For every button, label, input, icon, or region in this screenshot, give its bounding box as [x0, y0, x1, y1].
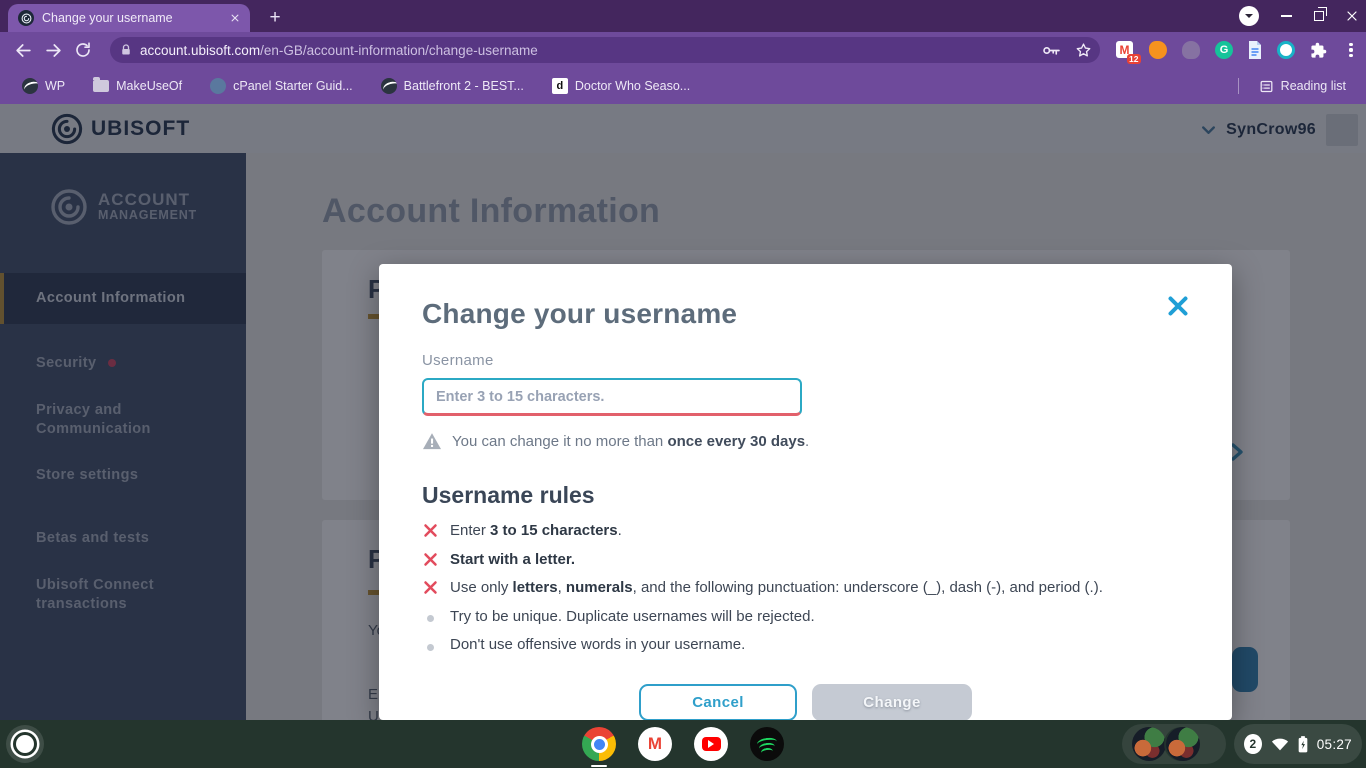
cancel-button[interactable]: Cancel — [639, 684, 797, 720]
warning-triangle-icon — [422, 432, 442, 450]
password-key-icon[interactable] — [1042, 44, 1061, 57]
username-input[interactable] — [422, 378, 802, 416]
wifi-icon — [1271, 737, 1289, 751]
cooldown-warning: You can change it no more than once ever… — [422, 432, 809, 450]
chromeos-shelf: M 2 05:27 — [0, 720, 1366, 768]
bookmark-doctor-who[interactable]: d Doctor Who Seaso... — [542, 73, 700, 99]
url-text: account.ubisoft.com/en-GB/account-inform… — [140, 43, 538, 58]
gmail-app-icon[interactable]: M — [638, 727, 672, 761]
forward-icon[interactable] — [38, 35, 68, 65]
change-button[interactable]: Change — [812, 684, 972, 720]
spotify-app-icon[interactable] — [750, 727, 784, 761]
bookmark-folder-makeuseof[interactable]: MakeUseOf — [83, 73, 192, 99]
extensions-area: M 12 G — [1116, 32, 1360, 68]
browser-tab[interactable]: Change your username — [8, 4, 250, 32]
tab-close-icon[interactable] — [230, 13, 240, 23]
clock: 05:27 — [1316, 736, 1352, 752]
notification-count-badge: 2 — [1244, 734, 1262, 754]
browser-menu-kebab-icon[interactable] — [1342, 42, 1360, 58]
ubisoft-account-page: UBISOFT SynCrow96 ACCOUNTMANAGEMENT Acco… — [0, 104, 1366, 720]
window-controls — [1239, 0, 1358, 32]
browser-profile-icon[interactable] — [1239, 6, 1259, 26]
bookmarks-bar: WP MakeUseOf cPanel Starter Guid... Batt… — [0, 68, 1366, 104]
avatar — [1132, 727, 1166, 761]
status-tray[interactable]: 2 05:27 — [1234, 724, 1362, 764]
divider — [1237, 78, 1239, 94]
cpanel-icon — [210, 78, 227, 94]
shelf-avatars[interactable] — [1122, 724, 1226, 764]
change-username-modal: Change your username Username You can ch… — [379, 264, 1232, 720]
bookmark-star-icon[interactable] — [1075, 42, 1092, 59]
red-x-icon — [422, 523, 438, 539]
battery-icon — [1298, 735, 1308, 753]
window-close-icon[interactable] — [1346, 10, 1358, 22]
modal-title: Change your username — [422, 298, 738, 329]
url-domain: account.ubisoft.com — [140, 42, 261, 58]
modal-close-icon[interactable] — [1164, 292, 1192, 320]
globe-icon — [380, 78, 397, 94]
extensions-puzzle-icon[interactable] — [1310, 42, 1327, 59]
tab-strip: Change your username + — [0, 0, 1366, 32]
honey-extension-icon[interactable] — [1149, 41, 1167, 59]
docs-extension-icon[interactable] — [1248, 41, 1262, 59]
launcher-button[interactable] — [6, 725, 44, 763]
gray-bullet-icon — [422, 637, 438, 653]
grammarly-extension-icon[interactable]: G — [1215, 41, 1233, 59]
bookmark-battlefront[interactable]: Battlefront 2 - BEST... — [371, 73, 534, 99]
avatar — [1166, 727, 1200, 761]
folder-icon — [93, 77, 110, 92]
gmail-badge: 12 — [1126, 53, 1141, 64]
d-icon: d — [551, 78, 568, 94]
rules-list: Enter 3 to 15 characters. Start with a l… — [422, 522, 1192, 665]
rule-characters: Use only letters, numerals, and the foll… — [422, 579, 1192, 596]
tab-title: Change your username — [42, 11, 173, 25]
rule-length: Enter 3 to 15 characters. — [422, 522, 1192, 539]
lock-icon[interactable] — [120, 43, 132, 57]
globe-icon — [22, 78, 38, 94]
gray-bullet-icon — [422, 608, 438, 624]
youtube-app-icon[interactable] — [694, 727, 728, 761]
chrome-app-icon[interactable] — [582, 727, 616, 767]
rule-start-letter: Start with a letter. — [422, 551, 1192, 568]
red-x-icon — [422, 580, 438, 596]
dimmed-extension-icon[interactable] — [1182, 41, 1200, 59]
username-label: Username — [422, 352, 494, 369]
browser-toolbar: account.ubisoft.com/en-GB/account-inform… — [0, 32, 1366, 68]
loom-extension-icon[interactable] — [1277, 41, 1295, 59]
restore-icon[interactable] — [1314, 7, 1327, 21]
gmail-extension-icon[interactable]: M 12 — [1116, 41, 1141, 64]
reading-list-icon — [1259, 79, 1274, 94]
bookmark-cpanel[interactable]: cPanel Starter Guid... — [200, 73, 363, 99]
address-bar[interactable]: account.ubisoft.com/en-GB/account-inform… — [110, 37, 1100, 63]
new-tab-button[interactable]: + — [262, 5, 288, 31]
rules-title: Username rules — [422, 482, 595, 508]
reading-list-button[interactable]: Reading list — [1249, 73, 1356, 99]
back-icon[interactable] — [8, 35, 38, 65]
rule-offensive: Don't use offensive words in your userna… — [422, 636, 1192, 653]
minimize-icon[interactable] — [1281, 15, 1292, 17]
red-x-icon — [422, 551, 438, 567]
reload-icon[interactable] — [68, 35, 98, 65]
rule-unique: Try to be unique. Duplicate usernames wi… — [422, 608, 1192, 625]
screen: Change your username + account.ubisoft.c… — [0, 0, 1366, 768]
bookmark-wp[interactable]: WP — [12, 73, 75, 99]
ubisoft-favicon-icon — [18, 10, 34, 26]
url-path: /en-GB/account-information/change-userna… — [260, 42, 538, 58]
